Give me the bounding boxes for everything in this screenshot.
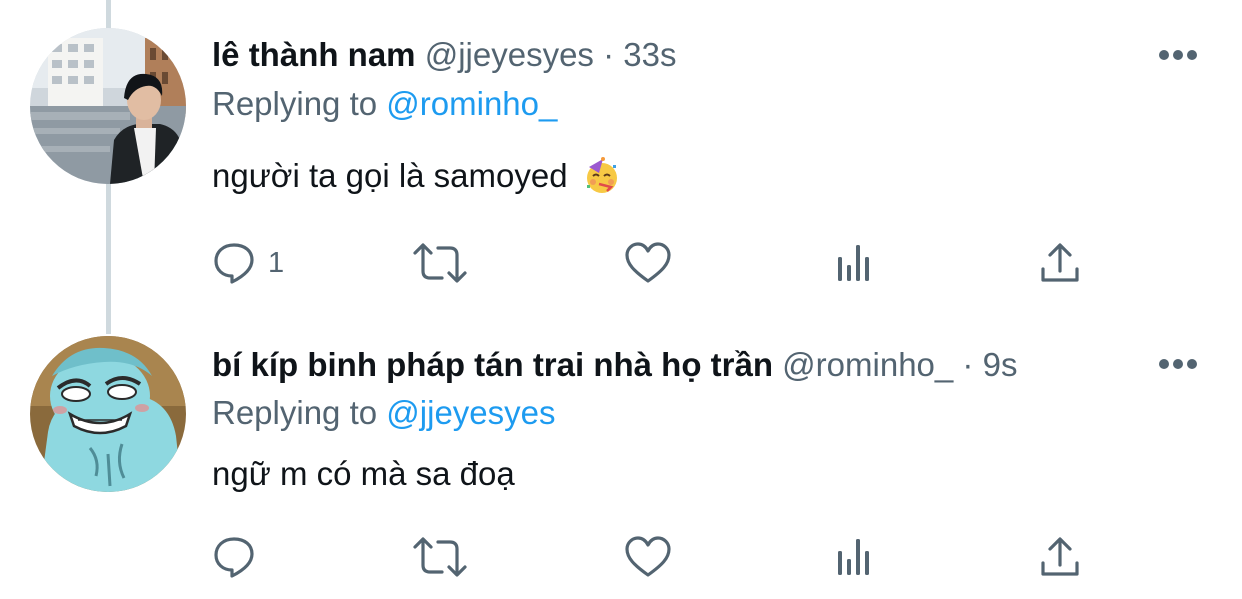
share-upload-icon [1041, 537, 1079, 576]
retweet-icon [413, 243, 467, 283]
analytics-bars-icon [838, 245, 869, 281]
retweet-button[interactable] [412, 238, 468, 288]
reply-button[interactable] [212, 532, 268, 582]
avatar[interactable] [30, 28, 186, 184]
avatar[interactable] [30, 336, 186, 492]
analytics-bars-icon [838, 539, 869, 575]
timestamp[interactable]: 33s [623, 36, 676, 73]
user-handle[interactable]: @rominho_ [782, 346, 953, 383]
replying-to-handle[interactable]: @rominho_ [386, 85, 557, 122]
like-button[interactable] [624, 532, 672, 582]
replying-to-label: Replying to [212, 394, 378, 431]
tweet-header: bí kíp binh pháp tán trai nhà họ trần @r… [212, 345, 1202, 385]
like-button[interactable] [624, 238, 672, 288]
partying-face-emoji-icon [586, 157, 617, 193]
display-name[interactable]: lê thành nam [212, 36, 416, 73]
share-button[interactable] [1038, 238, 1082, 288]
tweet-actions: 1 [212, 238, 1092, 288]
retweet-button[interactable] [412, 532, 468, 582]
tweet-text: ngữ m có mà sa đoạ [212, 454, 515, 494]
timestamp[interactable]: 9s [983, 346, 1018, 383]
tweet-text-content: ngữ m có mà sa đoạ [212, 455, 515, 492]
replying-to-line: Replying to @rominho_ [212, 84, 557, 124]
tweet[interactable]: bí kíp binh pháp tán trai nhà họ trần @r… [0, 318, 1242, 599]
tweet[interactable]: lê thành nam @jjeyesyes · 33s Replying t… [0, 0, 1242, 318]
share-upload-icon [1041, 243, 1079, 282]
separator-dot: · [962, 346, 974, 383]
analytics-button[interactable] [832, 238, 876, 288]
share-button[interactable] [1038, 532, 1082, 582]
reply-button[interactable]: 1 [212, 238, 284, 288]
tweet-header: lê thành nam @jjeyesyes · 33s [212, 35, 1202, 75]
avatar-photo [30, 28, 186, 184]
analytics-button[interactable] [832, 532, 876, 582]
reply-bubble-icon [214, 537, 254, 578]
more-horizontal-icon[interactable] [1158, 49, 1198, 61]
reply-count: 1 [268, 246, 285, 279]
more-horizontal-icon[interactable] [1158, 358, 1198, 370]
replying-to-line: Replying to @jjeyesyes [212, 393, 556, 433]
heart-icon [625, 536, 671, 577]
heart-icon [625, 242, 671, 283]
replying-to-label: Replying to [212, 85, 378, 122]
user-handle[interactable]: @jjeyesyes [425, 36, 594, 73]
tweet-text-content: người ta gọi là samoyed [212, 157, 568, 194]
retweet-icon [413, 537, 467, 577]
tweet-actions [212, 532, 1092, 582]
tweet-text: người ta gọi là samoyed [212, 156, 621, 196]
separator-dot: · [603, 36, 615, 73]
replying-to-handle[interactable]: @jjeyesyes [386, 394, 555, 431]
avatar-cartoon [30, 336, 186, 492]
reply-bubble-icon [214, 243, 254, 284]
display-name[interactable]: bí kíp binh pháp tán trai nhà họ trần [212, 346, 773, 383]
